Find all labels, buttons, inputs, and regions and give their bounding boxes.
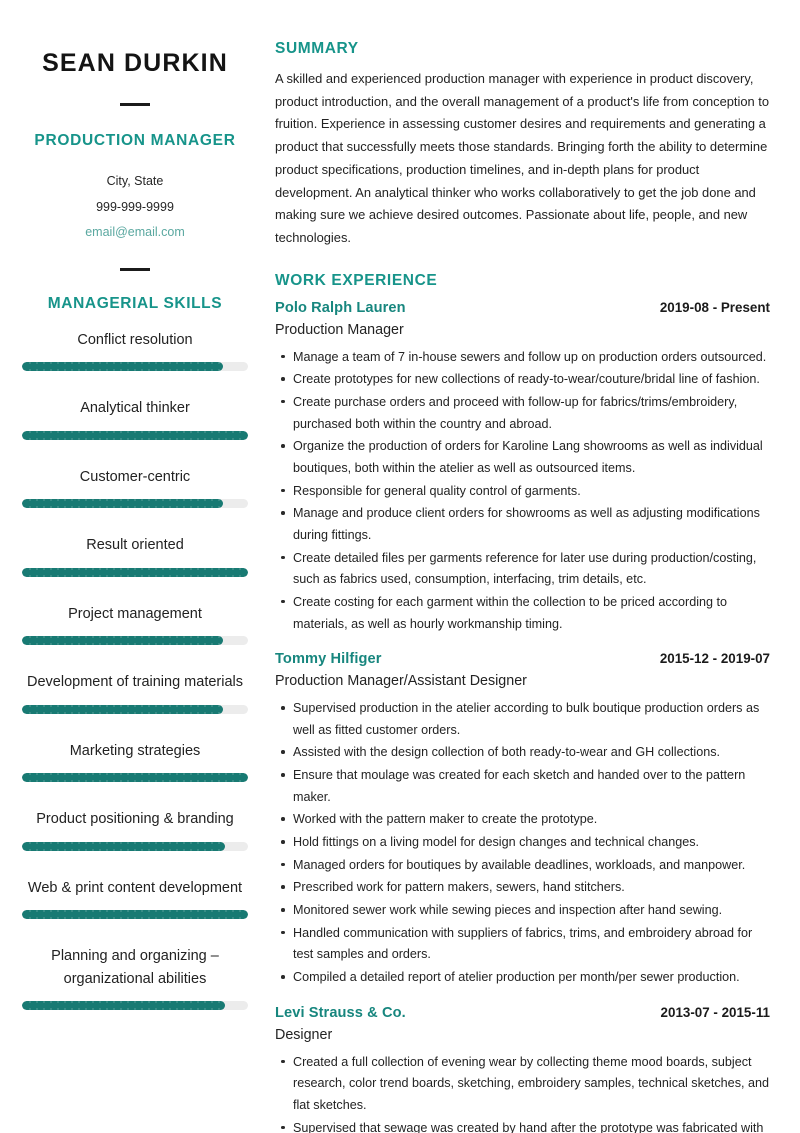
skill-bar-track (22, 567, 248, 577)
skill-item: Conflict resolution (22, 329, 248, 372)
skill-item: Customer-centric (22, 466, 248, 509)
work-experience-heading: WORK EXPERIENCE (275, 271, 438, 289)
skill-bar-track (22, 362, 248, 372)
skill-label: Analytical thinker (80, 400, 190, 417)
skill-item: Result oriented (22, 534, 248, 577)
skill-bar-fill (22, 362, 224, 372)
job-bullet: Manage and produce client orders for sho… (275, 503, 770, 546)
skill-item: Analytical thinker (22, 397, 248, 440)
skill-bar-fill (22, 636, 224, 646)
job-bullet: Created a full collection of evening wea… (275, 1052, 770, 1117)
contact-location: City, State (106, 174, 164, 188)
work-experience-entry: Tommy Hilfiger 2015-12 - 2019-07 Productio… (275, 651, 770, 989)
skill-label: Web & print content development (27, 879, 243, 896)
job-bullet-list: Manage a team of 7 in-house sewers and f… (275, 347, 770, 636)
skill-item: Project management (22, 603, 248, 646)
skill-label: Customer-centric (79, 468, 191, 485)
job-bullet: Create detailed files per garments refer… (275, 548, 770, 591)
skill-item: Planning and organizing – organizational… (22, 945, 248, 1011)
skill-bar-fill (22, 773, 248, 783)
resume-page: SEAN DURKIN PRODUCTION MANAGER City, Sta… (0, 0, 800, 1133)
job-bullet: Create costing for each garment within t… (275, 592, 770, 635)
skills-list: Conflict resolution Analytical thinker Cus… (22, 329, 248, 1011)
job-bullet: Assisted with the design collection of b… (275, 742, 770, 764)
skill-label: Marketing strategies (69, 742, 201, 759)
job-company: Levi Strauss & Co. (275, 1004, 406, 1021)
skill-label: Development of training materials (27, 674, 243, 691)
job-role: Designer (275, 1026, 333, 1043)
job-bullet: Create prototypes for new collections of… (275, 369, 770, 391)
job-bullet: Handled communication with suppliers of … (275, 923, 770, 966)
job-role: Production Manager/Assistant Designer (275, 673, 527, 690)
skill-label: Conflict resolution (77, 331, 193, 348)
job-header: Polo Ralph Lauren 2019-08 - Present (275, 300, 770, 316)
summary-text: A skilled and experienced production man… (275, 71, 770, 245)
skill-bar-fill (22, 1001, 226, 1011)
skill-item: Development of training materials (22, 671, 248, 714)
skill-bar-fill (22, 704, 224, 714)
job-bullet: Manage a team of 7 in-house sewers and f… (275, 347, 770, 369)
job-header: Tommy Hilfiger 2015-12 - 2019-07 (275, 651, 770, 667)
contact-phone[interactable]: 999-999-9999 (22, 195, 248, 221)
sidebar: SEAN DURKIN PRODUCTION MANAGER City, Sta… (0, 0, 270, 1133)
job-bullet: Responsible for general quality control … (275, 481, 770, 503)
job-bullet: Compiled a detailed report of atelier pr… (275, 967, 770, 989)
contact-block: City, State 999-999-9999 email@email.com (22, 169, 248, 246)
candidate-job-title: PRODUCTION MANAGER (34, 132, 236, 149)
skill-item: Marketing strategies (22, 740, 248, 783)
work-experience-entry: Polo Ralph Lauren 2019-08 - Present Produc… (275, 300, 770, 636)
job-company: Tommy Hilfiger (275, 651, 382, 668)
skill-bar-fill (22, 430, 248, 440)
job-dates: 2019-08 - Present (659, 299, 770, 315)
job-bullet: Hold fittings on a living model for desi… (275, 832, 770, 854)
summary-heading: SUMMARY (275, 40, 359, 57)
skill-bar-track (22, 1001, 248, 1011)
skills-heading: MANAGERIAL SKILLS (47, 294, 223, 312)
work-experience-list: Polo Ralph Lauren 2019-08 - Present Produc… (275, 300, 770, 1133)
job-header: Levi Strauss & Co. 2013-07 - 2015-11 (275, 1005, 770, 1021)
divider-under-name (120, 103, 150, 106)
contact-email[interactable]: email@email.com (22, 220, 248, 246)
skill-label: Product positioning & branding (36, 811, 234, 828)
skill-item: Product positioning & branding (22, 808, 248, 851)
candidate-name: SEAN DURKIN (42, 49, 228, 77)
skill-bar-track (22, 910, 248, 920)
skill-bar-track (22, 773, 248, 783)
job-bullet: Organize the production of orders for Ka… (275, 436, 770, 479)
job-bullet: Supervised that sewage was created by ha… (275, 1118, 770, 1133)
skill-bar-fill (22, 841, 226, 851)
job-bullet-list: Supervised production in the atelier acc… (275, 698, 770, 989)
divider-under-contact (120, 267, 150, 271)
main-column: SUMMARY A skilled and experienced produc… (270, 0, 800, 1133)
job-bullet: Ensure that moulage was created for each… (275, 765, 770, 808)
skill-bar-track (22, 499, 248, 509)
job-bullet: Monitored sewer work while sewing pieces… (275, 900, 770, 922)
job-role: Production Manager (275, 321, 404, 338)
job-dates: 2015-12 - 2019-07 (659, 651, 770, 667)
skill-label: Result oriented (86, 537, 184, 554)
job-bullet: Worked with the pattern maker to create … (275, 809, 770, 831)
skill-bar-fill (22, 499, 224, 509)
skill-item: Web & print content development (22, 877, 248, 920)
skill-bar-track (22, 636, 248, 646)
skill-bar-fill (22, 910, 248, 920)
job-bullet-list: Created a full collection of evening wea… (275, 1052, 770, 1133)
job-bullet: Prescribed work for pattern makers, sewe… (275, 877, 770, 899)
job-company: Polo Ralph Lauren (275, 299, 406, 316)
skill-label: Planning and organizing – organizational… (51, 948, 219, 987)
job-bullet: Supervised production in the atelier acc… (275, 698, 770, 741)
skill-bar-track (22, 841, 248, 851)
skill-label: Project management (68, 605, 202, 622)
skill-bar-fill (22, 567, 248, 577)
skill-bar-track (22, 704, 248, 714)
job-bullet: Create purchase orders and proceed with … (275, 392, 770, 435)
job-dates: 2013-07 - 2015-11 (660, 1004, 770, 1020)
skill-bar-track (22, 430, 248, 440)
work-experience-entry: Levi Strauss & Co. 2013-07 - 2015-11 Desig… (275, 1005, 770, 1133)
job-bullet: Managed orders for boutiques by availabl… (275, 855, 770, 877)
